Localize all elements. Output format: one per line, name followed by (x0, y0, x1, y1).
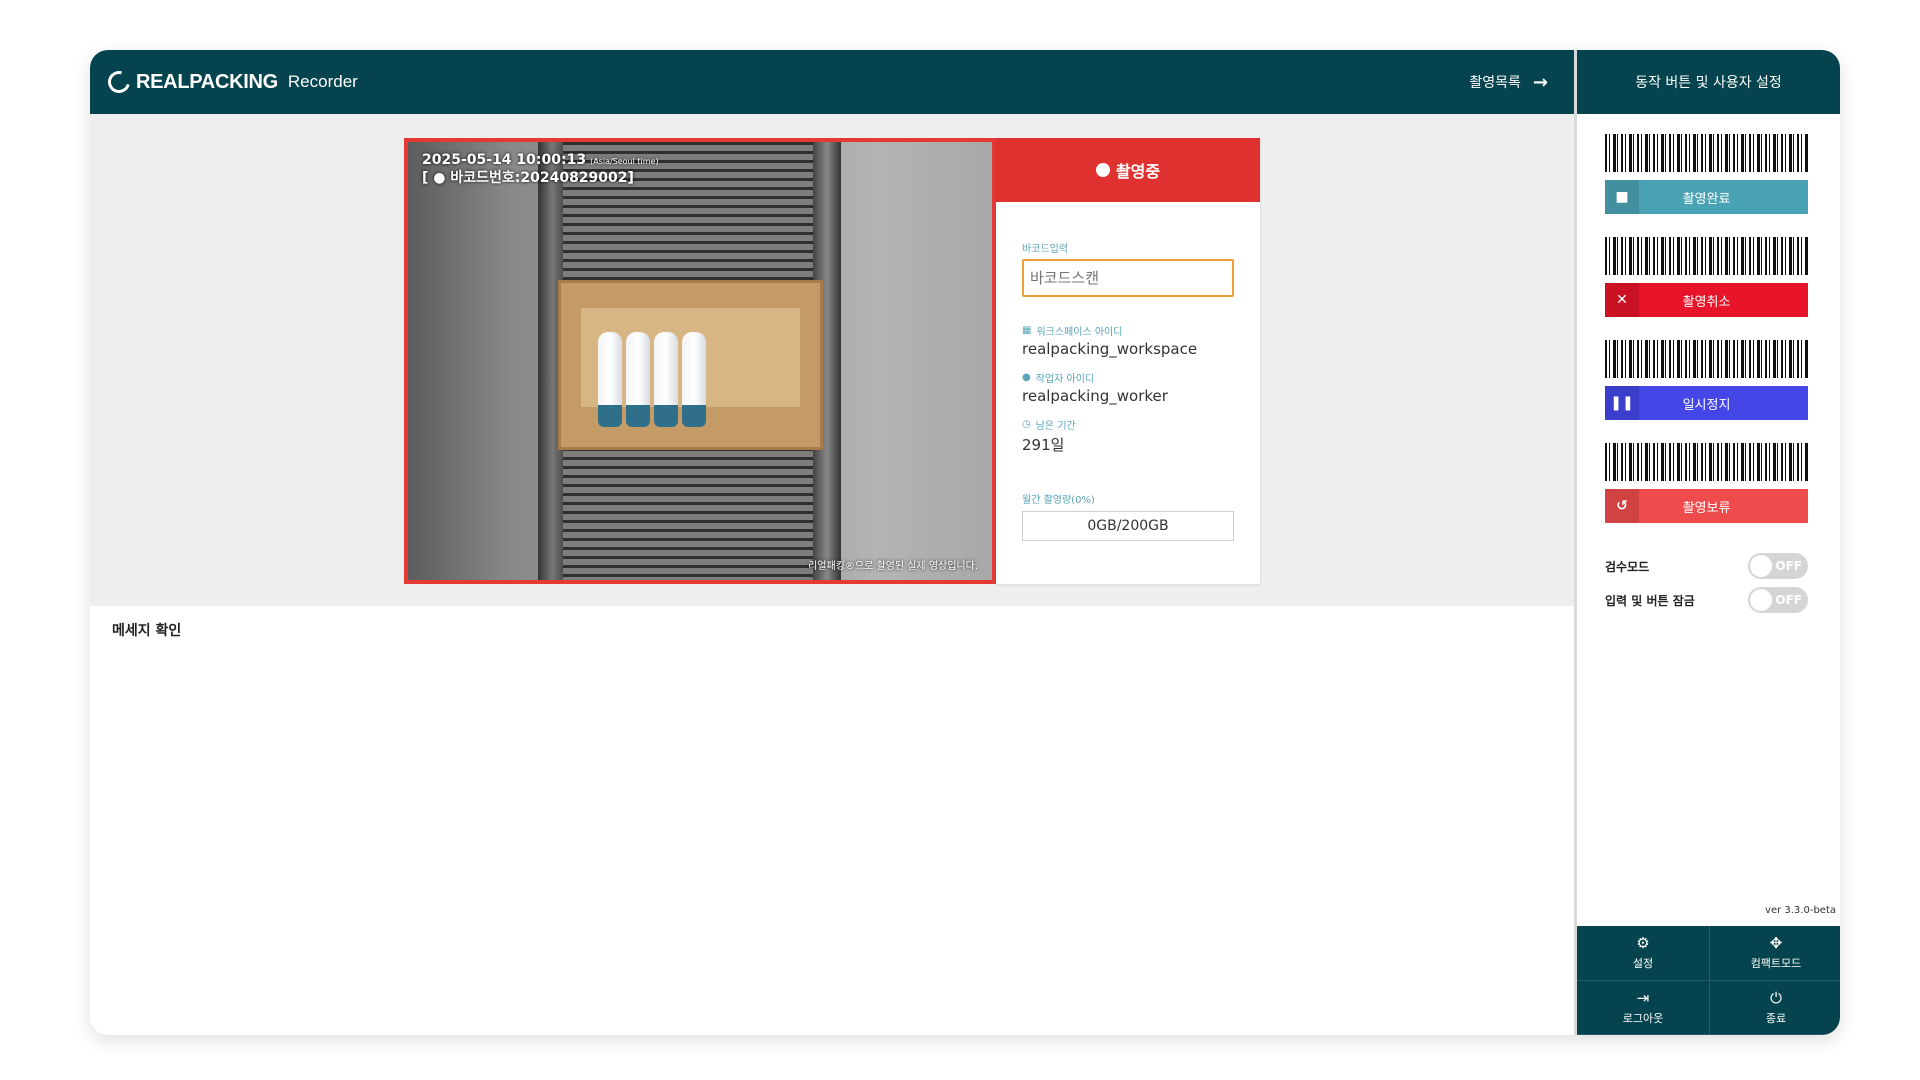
gear-icon: ⚙ (1636, 934, 1650, 953)
version-label: ver 3.3.0-beta (1765, 905, 1836, 916)
barcode-input-label: 바코드입력 (1022, 244, 1068, 255)
input-lock-toggle[interactable]: OFF (1748, 587, 1808, 613)
workspace-id-label-text: 워크스페이스 아이디 (1036, 327, 1123, 338)
barcode-input[interactable] (1022, 259, 1234, 297)
top-header: REALPACKING Recorder 촬영목록 → (90, 50, 1574, 114)
pause-recording-button[interactable]: ❚❚ 일시정지 (1605, 386, 1808, 420)
arrow-right-icon: → (1532, 71, 1548, 93)
monthly-usage-bar: 0GB/200GB (1022, 511, 1234, 541)
toggle-knob (1750, 555, 1772, 577)
exit-label: 종료 (1765, 1011, 1787, 1025)
video-overlay-timestamp: 2025-05-14 10:00:13 (Asia/Seoul time) [ ●… (422, 152, 659, 187)
bottle (682, 332, 706, 427)
settings-button[interactable]: ⚙ 설정 (1577, 926, 1710, 981)
main-area: 2025-05-14 10:00:13 (Asia/Seoul time) [ ●… (90, 114, 1574, 1035)
recording-status-badge: 촬영중 (996, 138, 1260, 202)
compact-mode-label: 컴팩트모드 (1750, 957, 1802, 971)
building-icon: ▦ (1022, 325, 1032, 336)
recording-info-panel: 촬영중 바코드입력 ▦ 워크스페이스 아이디 realpacking_works… (996, 138, 1260, 584)
workspace-id-value: realpacking_workspace (1022, 340, 1198, 358)
bottle (654, 332, 678, 427)
barcode-number-text: [ ● 바코드번호:20240829002] (422, 170, 634, 186)
recording-stage: 2025-05-14 10:00:13 (Asia/Seoul time) [ ●… (90, 114, 1574, 606)
user-icon: ● (1022, 372, 1031, 383)
hold-recording-label: 촬영보류 (1682, 500, 1731, 516)
history-icon: ↺ (1605, 489, 1639, 523)
clock-icon: ◷ (1022, 419, 1031, 430)
logout-label: 로그아웃 (1622, 1011, 1664, 1025)
recording-list-label: 촬영목록 (1469, 75, 1521, 91)
cancel-recording-label: 촬영취소 (1682, 294, 1731, 310)
monthly-usage-value: 0GB/200GB (1087, 518, 1169, 534)
camera-preview: 2025-05-14 10:00:13 (Asia/Seoul time) [ ●… (404, 138, 996, 584)
action-hold: ↺ 촬영보류 (1605, 443, 1808, 523)
record-dot-icon (1095, 163, 1110, 177)
inspection-mode-state: OFF (1775, 559, 1802, 573)
compact-mode-button[interactable]: ✥ 컴팩트모드 (1710, 926, 1840, 981)
exit-button[interactable]: ⏻ 종료 (1710, 981, 1840, 1035)
app-window: REALPACKING Recorder 촬영목록 → 2025-05-14 1… (90, 50, 1840, 1035)
monthly-usage-label: 월간 촬영량(0%) (1022, 495, 1095, 506)
power-icon: ⏻ (1770, 988, 1782, 1007)
complete-recording-button[interactable]: ■ 촬영완료 (1605, 180, 1808, 214)
barcode-image (1605, 443, 1808, 481)
complete-recording-label: 촬영완료 (1682, 191, 1731, 207)
input-lock-label: 입력 및 버튼 잠금 (1605, 593, 1695, 608)
stop-icon: ■ (1605, 180, 1639, 214)
barcode-image (1605, 340, 1808, 378)
action-complete: ■ 촬영완료 (1605, 134, 1808, 214)
remaining-period-label: ◷ 남은 기간 (1022, 417, 1234, 432)
message-section-title: 메세지 확인 (112, 623, 182, 639)
inspection-mode-label: 검수모드 (1605, 559, 1650, 574)
worker-id-value: realpacking_worker (1022, 387, 1168, 405)
remaining-period-value: 291일 (1022, 436, 1065, 454)
cancel-recording-button[interactable]: ✕ 촬영취소 (1605, 283, 1808, 317)
close-icon: ✕ (1605, 283, 1639, 317)
logo: REALPACKING Recorder (103, 66, 358, 98)
barcode-image (1605, 237, 1808, 275)
remaining-period-label-text: 남은 기간 (1035, 421, 1076, 432)
action-cancel: ✕ 촬영취소 (1605, 237, 1808, 317)
action-pause: ❚❚ 일시정지 (1605, 340, 1808, 420)
sidebar-footer-menu: ⚙ 설정 ✥ 컴팩트모드 ⇥ 로그아웃 ⏻ 종료 (1577, 926, 1840, 1035)
input-lock-state: OFF (1775, 593, 1802, 607)
bottle (626, 332, 650, 427)
inspection-mode-row: 검수모드 OFF (1605, 553, 1808, 579)
logout-button[interactable]: ⇥ 로그아웃 (1577, 980, 1710, 1035)
settings-label: 설정 (1632, 957, 1654, 971)
workspace-id-label: ▦ 워크스페이스 아이디 (1022, 323, 1234, 338)
brand-name: REALPACKING (136, 70, 278, 93)
video-caption: 리얼패킹®으로 촬영된 실제 영상입니다. (808, 561, 978, 572)
product-name: Recorder (287, 72, 358, 91)
sidebar-title: 동작 버튼 및 사용자 설정 (1577, 50, 1840, 114)
recording-list-link[interactable]: 촬영목록 → (1469, 72, 1548, 93)
pause-icon: ❚❚ (1605, 386, 1639, 420)
bottle (598, 332, 622, 427)
control-sidebar: 동작 버튼 및 사용자 설정 ■ 촬영완료 ✕ 촬영취소 ❚❚ 일시정지 ↺ 촬… (1574, 50, 1840, 1035)
logout-icon: ⇥ (1636, 988, 1650, 1007)
recording-status-text: 촬영중 (1115, 162, 1161, 181)
pause-recording-label: 일시정지 (1682, 397, 1731, 413)
worker-id-label: ● 작업자 아이디 (1022, 370, 1234, 385)
toggle-knob (1750, 589, 1772, 611)
inspection-mode-toggle[interactable]: OFF (1748, 553, 1808, 579)
barcode-image (1605, 134, 1808, 172)
input-lock-row: 입력 및 버튼 잠금 OFF (1605, 587, 1808, 613)
timestamp-text: 2025-05-14 10:00:13 (422, 152, 587, 168)
compress-icon: ✥ (1769, 934, 1783, 953)
timezone-text: (Asia/Seoul time) (590, 157, 659, 166)
logo-ring-icon (103, 66, 135, 98)
hold-recording-button[interactable]: ↺ 촬영보류 (1605, 489, 1808, 523)
worker-id-label-text: 작업자 아이디 (1035, 374, 1095, 385)
